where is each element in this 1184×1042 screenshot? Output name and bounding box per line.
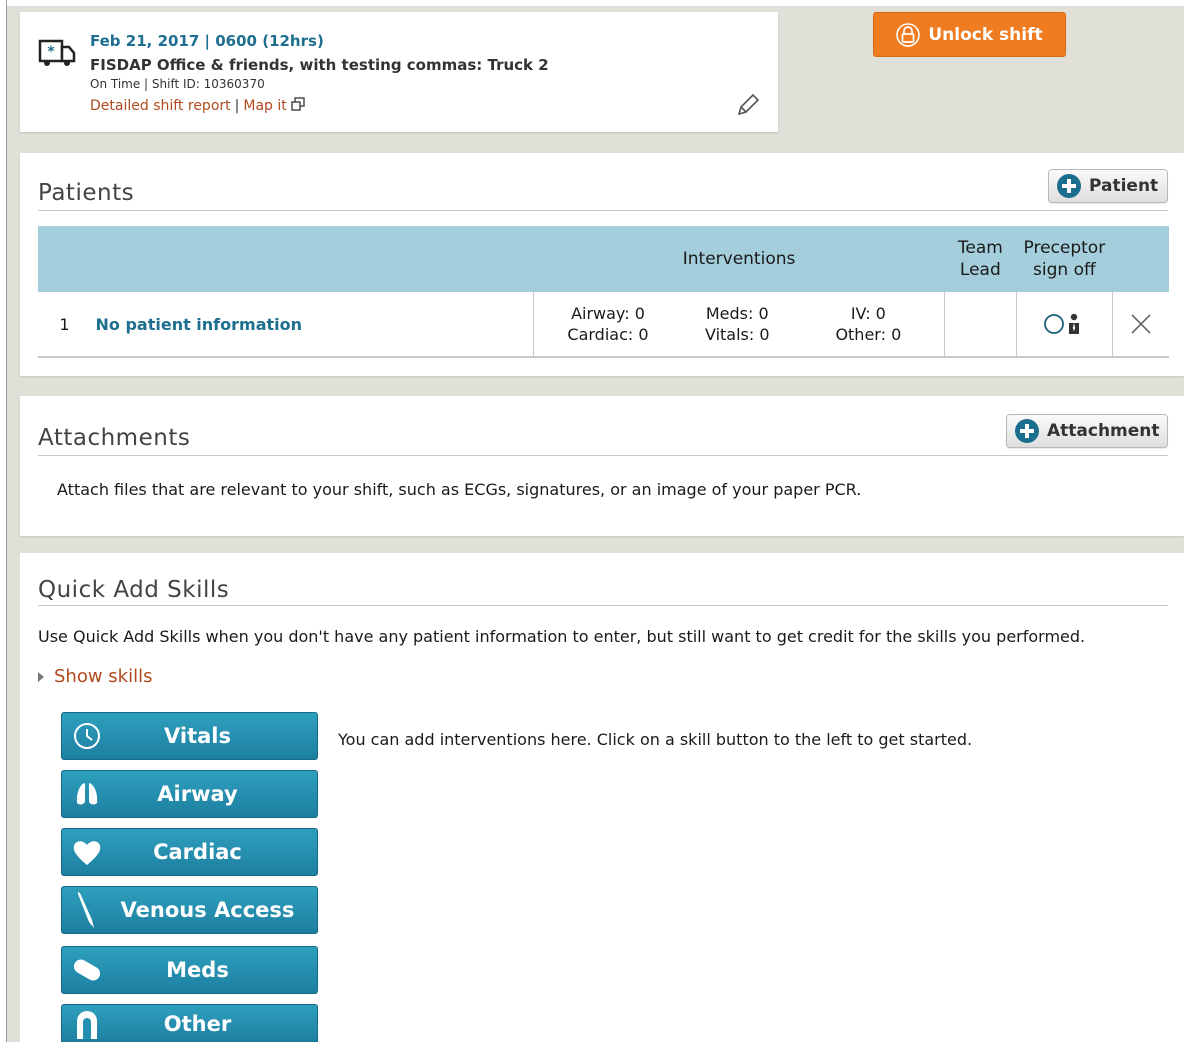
patients-table: Interventions Team Lead Preceptor sign off… xyxy=(38,226,1169,358)
meds-skill-button[interactable]: Meds xyxy=(61,946,318,994)
table-row[interactable]: 1 No patient information Airway: 0 Cardia… xyxy=(38,292,1169,358)
attachments-divider xyxy=(38,455,1168,456)
quick-add-description: Use Quick Add Skills when you don't have… xyxy=(38,627,1086,646)
patients-divider xyxy=(38,210,1168,211)
attachments-description: Attach files that are relevant to your s… xyxy=(57,480,862,499)
link-separator: | xyxy=(234,98,240,114)
shift-meta: On Time | Shift ID: 10360370 xyxy=(90,77,265,91)
team-lead-line-2: Lead xyxy=(959,260,1001,280)
venous-access-label: Venous Access xyxy=(120,898,295,922)
meds-count: Meds: 0 xyxy=(705,304,769,323)
cardiac-count: Cardiac: 0 xyxy=(567,325,649,344)
show-skills-toggle[interactable]: Show skills xyxy=(38,666,152,687)
plus-icon xyxy=(1057,174,1081,198)
preceptor-line-1: Preceptor xyxy=(1023,238,1106,258)
attachments-section: Attachments Attachment Attach files that… xyxy=(20,396,1184,536)
shift-location: FISDAP Office & friends, with testing co… xyxy=(90,56,549,74)
header-preceptor-sign-off: Preceptor sign off xyxy=(1016,226,1113,292)
external-window-icon xyxy=(291,97,305,111)
quick-add-divider xyxy=(38,605,1168,606)
vitals-skill-button[interactable]: Vitals xyxy=(61,712,318,760)
shift-summary-card: * Feb 21, 2017 | 0600 (12hrs) FISDAP Off… xyxy=(20,12,778,132)
map-it-link[interactable]: Map it xyxy=(243,98,286,114)
team-lead-cell xyxy=(944,292,1017,358)
ambulance-icon: * xyxy=(38,39,76,66)
unlock-shift-label: Unlock shift xyxy=(928,24,1043,45)
shift-date-time: Feb 21, 2017 | 0600 (12hrs) xyxy=(90,32,324,50)
window-left-edge xyxy=(0,0,7,1042)
vitals-count: Vitals: 0 xyxy=(704,325,770,344)
show-skills-label: Show skills xyxy=(54,666,153,687)
patients-section: Patients Patient Interventions Team Lead … xyxy=(20,153,1184,376)
venous-access-skill-button[interactable]: Venous Access xyxy=(61,886,318,934)
iv-count: IV: 0 xyxy=(850,304,886,323)
expand-triangle-icon xyxy=(38,671,44,682)
lungs-icon xyxy=(62,779,112,809)
header-interventions: Interventions xyxy=(533,226,945,292)
pill-icon xyxy=(62,956,112,984)
airway-count: Airway: 0 xyxy=(571,304,645,323)
cardiac-label: Cardiac xyxy=(153,840,242,864)
vitals-label: Vitals xyxy=(164,724,231,748)
interventions-meds-vitals: Meds: 0 Vitals: 0 xyxy=(682,292,793,358)
cardiac-skill-button[interactable]: Cardiac xyxy=(61,828,318,876)
map-it-label: Map it xyxy=(243,98,287,114)
airway-label: Airway xyxy=(157,782,238,806)
header-name xyxy=(77,226,534,292)
shift-links: Detailed shift report | Map it xyxy=(90,97,305,114)
preceptor-signoff-icon[interactable] xyxy=(1042,312,1086,336)
detailed-shift-report-link[interactable]: Detailed shift report xyxy=(90,98,231,114)
other-skill-button[interactable]: Other xyxy=(61,1004,318,1042)
airway-skill-button[interactable]: Airway xyxy=(61,770,318,818)
clock-icon xyxy=(62,721,112,751)
interventions-airway-cardiac: Airway: 0 Cardiac: 0 xyxy=(532,292,682,358)
interventions-iv-other: IV: 0 Other: 0 xyxy=(792,292,945,358)
delete-patient-cell[interactable] xyxy=(1112,292,1169,358)
close-icon[interactable] xyxy=(1130,313,1152,335)
add-attachment-label: Attachment xyxy=(1047,421,1160,441)
unlock-shift-button[interactable]: Unlock shift xyxy=(873,12,1066,57)
quick-add-skills-section: Quick Add Skills Use Quick Add Skills wh… xyxy=(20,553,1184,1042)
add-patient-label: Patient xyxy=(1089,176,1159,196)
skills-hint-text: You can add interventions here. Click on… xyxy=(338,730,973,749)
quick-add-heading: Quick Add Skills xyxy=(38,577,230,603)
svg-text:*: * xyxy=(47,44,55,60)
header-index xyxy=(38,226,78,292)
attachments-heading: Attachments xyxy=(38,425,191,451)
other-count: Other: 0 xyxy=(835,325,902,344)
header-team-lead: Team Lead xyxy=(944,226,1017,292)
preceptor-sign-off-cell[interactable] xyxy=(1015,292,1113,358)
table-header-row: Interventions Team Lead Preceptor sign off xyxy=(38,226,1169,292)
patient-index: 1 xyxy=(38,292,78,358)
window-top-edge xyxy=(0,0,1184,6)
other-icon xyxy=(62,1009,112,1039)
patients-heading: Patients xyxy=(38,180,135,206)
lock-icon xyxy=(896,22,921,47)
add-patient-button[interactable]: Patient xyxy=(1048,169,1168,203)
preceptor-line-2: sign off xyxy=(1033,260,1096,280)
patient-name-link[interactable]: No patient information xyxy=(77,292,534,358)
meds-label: Meds xyxy=(166,958,229,982)
heart-icon xyxy=(62,837,112,867)
plus-icon xyxy=(1015,419,1039,443)
header-delete xyxy=(1112,226,1169,292)
team-lead-line-1: Team xyxy=(957,238,1003,258)
other-label: Other xyxy=(163,1011,232,1036)
needle-icon xyxy=(62,890,112,930)
edit-pencil-icon[interactable] xyxy=(735,92,761,118)
add-attachment-button[interactable]: Attachment xyxy=(1006,414,1168,448)
